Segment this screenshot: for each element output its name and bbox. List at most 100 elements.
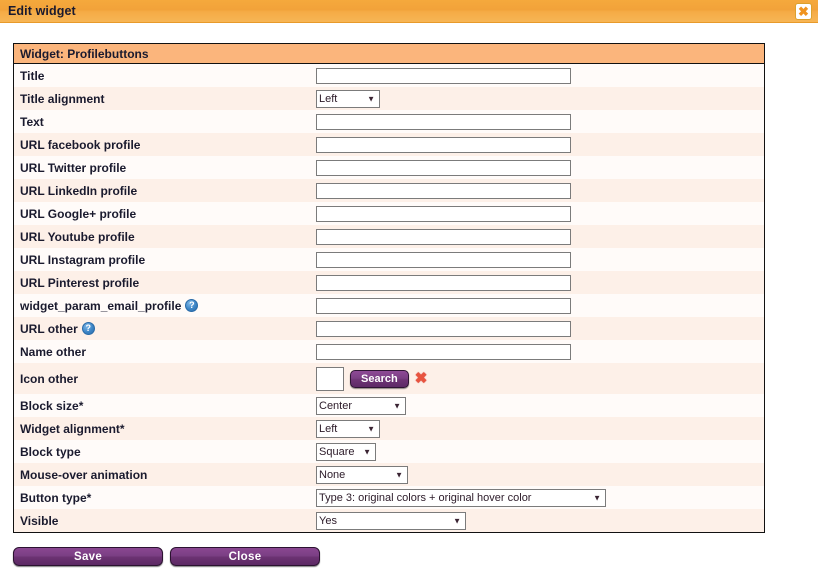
field-label-text: URL Instagram profile <box>20 252 146 267</box>
field-label-text: Mouse-over animation <box>20 467 148 482</box>
form-row: widget_param_email_profile? <box>14 294 764 317</box>
select-input[interactable]: LeftCenterRight <box>316 419 380 438</box>
field-label: Title <box>20 69 316 83</box>
text-input[interactable] <box>316 113 571 130</box>
field-control <box>316 251 764 268</box>
field-label: URL Youtube profile <box>20 230 316 244</box>
form-row: Text <box>14 110 764 133</box>
select-input[interactable]: Type 1Type 2Type 3: original colors + or… <box>316 488 606 507</box>
field-label: URL Google+ profile <box>20 207 316 221</box>
field-control: Search ✖ <box>316 366 764 391</box>
field-label: Mouse-over animation <box>20 468 316 482</box>
form-row: Visible YesNo▼ <box>14 509 764 532</box>
field-control <box>316 205 764 222</box>
select-wrapper: YesNo▼ <box>316 511 466 530</box>
field-control: LeftCenterRight▼ <box>316 89 764 108</box>
field-control <box>316 274 764 291</box>
search-button[interactable]: Search <box>350 369 409 388</box>
field-label-text: Name other <box>20 344 87 359</box>
field-label-text: Block size* <box>20 398 84 413</box>
close-icon: ✖ <box>798 3 809 19</box>
form-row: Title alignment LeftCenterRight▼ <box>14 87 764 110</box>
text-input[interactable] <box>316 159 571 176</box>
form-row: URL LinkedIn profile <box>14 179 764 202</box>
select-input[interactable]: SquareRound <box>316 442 376 461</box>
field-label-text: URL Youtube profile <box>20 229 135 244</box>
field-label: Icon other <box>20 372 316 386</box>
field-control <box>316 297 764 314</box>
field-label-text: Title alignment <box>20 91 105 106</box>
field-label-text: Visible <box>20 513 59 528</box>
text-input[interactable] <box>316 274 571 291</box>
form-row: Name other <box>14 340 764 363</box>
form-row: URL Youtube profile <box>14 225 764 248</box>
form-row: Block size* LeftCenterRight▼ <box>14 394 764 417</box>
text-input[interactable] <box>316 182 571 199</box>
select-input[interactable]: NoneFadeZoom <box>316 465 408 484</box>
form-row: URL Google+ profile <box>14 202 764 225</box>
field-control <box>316 320 764 337</box>
field-label: Block size* <box>20 399 316 413</box>
field-control: SquareRound▼ <box>316 442 764 461</box>
form-row: Title <box>14 64 764 87</box>
text-input[interactable] <box>316 343 571 360</box>
help-icon[interactable]: ? <box>81 322 95 335</box>
text-input[interactable] <box>316 228 571 245</box>
icon-input[interactable] <box>316 366 344 391</box>
form-row: URL Pinterest profile <box>14 271 764 294</box>
field-control <box>316 136 764 153</box>
delete-icon[interactable]: ✖ <box>415 371 428 386</box>
select-input[interactable]: LeftCenterRight <box>316 89 380 108</box>
field-label-text: URL Google+ profile <box>20 206 137 221</box>
field-control: LeftCenterRight▼ <box>316 419 764 438</box>
form-row: URL facebook profile <box>14 133 764 156</box>
field-label-text: URL Twitter profile <box>20 160 127 175</box>
form-row: URL other? <box>14 317 764 340</box>
select-wrapper: Type 1Type 2Type 3: original colors + or… <box>316 488 606 507</box>
field-label: URL LinkedIn profile <box>20 184 316 198</box>
form-row: Block type SquareRound▼ <box>14 440 764 463</box>
select-wrapper: LeftCenterRight▼ <box>316 396 406 415</box>
close-button[interactable]: Close <box>170 547 320 566</box>
form-row: URL Instagram profile <box>14 248 764 271</box>
close-window-button[interactable]: ✖ <box>795 3 812 20</box>
field-label: URL Twitter profile <box>20 161 316 175</box>
field-label: Title alignment <box>20 92 316 106</box>
help-icon[interactable]: ? <box>185 299 199 312</box>
text-input[interactable] <box>316 205 571 222</box>
field-control <box>316 159 764 176</box>
field-label: URL other? <box>20 322 316 336</box>
field-control <box>316 67 764 84</box>
text-input[interactable] <box>316 67 571 84</box>
field-label-text: Widget alignment* <box>20 421 125 436</box>
field-control: YesNo▼ <box>316 511 764 530</box>
field-label: URL Instagram profile <box>20 253 316 267</box>
form-row: Icon other Search ✖ <box>14 363 764 394</box>
field-label: widget_param_email_profile? <box>20 299 316 313</box>
form-rows: Title Title alignment LeftCenterRight▼ Text… <box>14 64 764 532</box>
form-header: Widget: Profilebuttons <box>14 44 764 64</box>
save-button[interactable]: Save <box>13 547 163 566</box>
field-label-text: Title <box>20 68 45 83</box>
select-wrapper: LeftCenterRight▼ <box>316 89 380 108</box>
field-label-text: Block type <box>20 444 81 459</box>
field-control: LeftCenterRight▼ <box>316 396 764 415</box>
select-input[interactable]: YesNo <box>316 511 466 530</box>
field-label: URL Pinterest profile <box>20 276 316 290</box>
field-control: Type 1Type 2Type 3: original colors + or… <box>316 488 764 507</box>
field-control <box>316 228 764 245</box>
field-label-text: Button type* <box>20 490 92 505</box>
form-header-title: Widget: Profilebuttons <box>20 46 149 61</box>
text-input[interactable] <box>316 251 571 268</box>
form-row: Widget alignment* LeftCenterRight▼ <box>14 417 764 440</box>
select-input[interactable]: LeftCenterRight <box>316 396 406 415</box>
text-input[interactable] <box>316 136 571 153</box>
field-label: Block type <box>20 445 316 459</box>
field-label: Widget alignment* <box>20 422 316 436</box>
text-input[interactable] <box>316 320 571 337</box>
field-control <box>316 113 764 130</box>
field-control <box>316 343 764 360</box>
widget-settings-form: Widget: Profilebuttons Title Title alignm… <box>13 43 765 533</box>
select-wrapper: SquareRound▼ <box>316 442 376 461</box>
text-input[interactable] <box>316 297 571 314</box>
